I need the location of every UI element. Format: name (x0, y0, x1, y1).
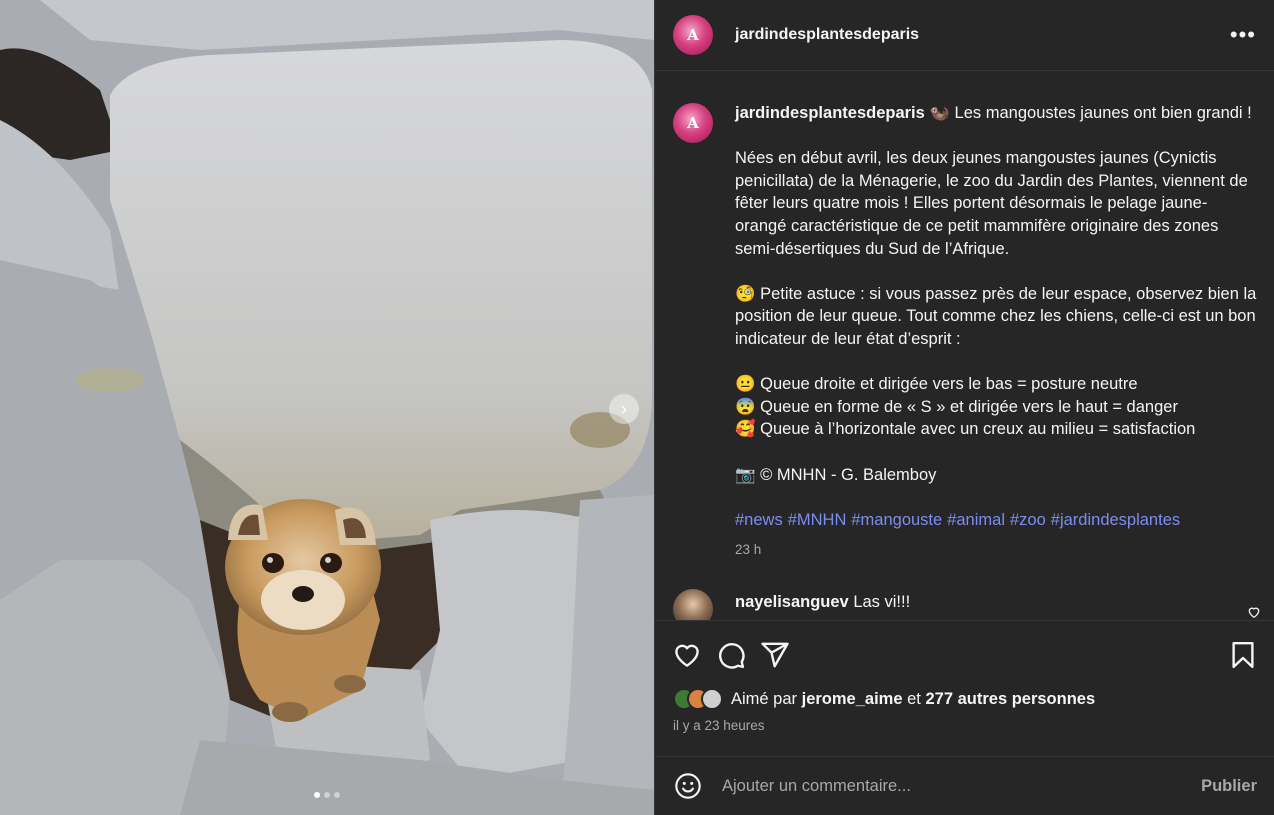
hashtag-link[interactable]: #zoo (1010, 511, 1046, 529)
carousel-indicator (0, 792, 654, 798)
post-caption: A jardindesplantesdeparis 🦦 Les mangoust… (655, 72, 1274, 562)
photo-credit: 📷 © MNHN - G. Balemboy (735, 465, 937, 484)
more-options-icon[interactable]: ••• (1230, 24, 1256, 46)
post-header: A jardindesplantesdeparis ••• (655, 0, 1274, 71)
tail-item: 😐 Queue droite et dirigée vers le bas = … (735, 375, 1138, 394)
caption-headline: 🦦 Les mangoustes jaunes ont bien grandi … (929, 104, 1252, 122)
carousel-dot (334, 792, 340, 798)
carousel-dot (314, 792, 320, 798)
next-photo-button[interactable]: › (609, 394, 639, 424)
commenter-username[interactable]: nayelisanguev (735, 593, 849, 611)
caption-body: jardindesplantesdeparis 🦦 Les mangoustes… (735, 102, 1257, 562)
publish-button[interactable]: Publier (1201, 777, 1257, 796)
likes-summary[interactable]: Aimé par jerome_aime et 277 autres perso… (673, 688, 1095, 710)
caption-avatar[interactable]: A (673, 103, 713, 143)
carousel-dot (324, 792, 330, 798)
hashtags: #news #MNHN #mangouste #animal #zoo #jardinde… (735, 509, 1257, 532)
hashtag-link[interactable]: #MNHN (788, 511, 847, 529)
likes-others[interactable]: 277 autres personnes (925, 690, 1095, 708)
commenter-avatar[interactable] (673, 588, 713, 620)
comment-body: Las vi!!! (853, 592, 911, 611)
hashtag-link[interactable]: #news (735, 511, 783, 529)
caption-paragraph: Nées en début avril, les deux jeunes man… (735, 149, 1248, 258)
account-avatar[interactable]: A (673, 15, 713, 55)
hashtag-link[interactable]: #animal (947, 511, 1005, 529)
likes-text: Aimé par jerome_aime et 277 autres perso… (731, 690, 1095, 709)
likes-prefix: Aimé par (731, 689, 798, 708)
hashtag-link[interactable]: #jardindesplantes (1051, 511, 1180, 529)
hashtag-link[interactable]: #mangouste (851, 511, 942, 529)
emoji-icon[interactable] (673, 771, 703, 801)
tail-item: 🥰 Queue à l’horizontale avec un creux au… (735, 420, 1196, 439)
likes-joiner: et (907, 689, 921, 708)
post-photo[interactable]: › (0, 0, 654, 815)
caption-username[interactable]: jardindesplantesdeparis (735, 104, 925, 122)
bookmark-icon[interactable] (1227, 639, 1259, 671)
caption-first-line: jardindesplantesdeparis 🦦 Les mangoustes… (735, 102, 1257, 125)
comment-icon[interactable] (715, 639, 747, 671)
comments-section[interactable]: A jardindesplantesdeparis 🦦 Les mangoust… (655, 72, 1274, 620)
tail-item: 😨 Queue en forme de « S » et dirigée ver… (735, 397, 1178, 416)
tail-list: 😐 Queue droite et dirigée vers le bas = … (735, 373, 1257, 441)
like-icon[interactable] (671, 639, 703, 671)
action-bar (655, 620, 1274, 688)
avatar-initials: A (687, 114, 699, 132)
comment-item: nayelisanguev Las vi!!! (655, 562, 1274, 620)
comment-like-icon[interactable] (1247, 605, 1261, 620)
instagram-post: › A jardindesplantesdeparis ••• A jardin… (0, 0, 1274, 815)
account-username[interactable]: jardindesplantesdeparis (735, 26, 919, 44)
liker-avatars (673, 688, 723, 710)
liker-avatar (701, 688, 723, 710)
caption-paragraph: 🧐 Petite astuce : si vous passez près de… (735, 284, 1257, 348)
liker-username[interactable]: jerome_aime (802, 690, 903, 708)
mongoose-photo (0, 0, 654, 815)
post-details-panel: A jardindesplantesdeparis ••• A jardinde… (654, 0, 1274, 815)
avatar-initials: A (687, 26, 699, 44)
post-timestamp[interactable]: il y a 23 heures (673, 718, 765, 733)
add-comment-bar: Publier (655, 756, 1274, 815)
comment-input[interactable] (722, 776, 1202, 796)
comment-text: nayelisanguev Las vi!!! (735, 593, 910, 612)
chevron-right-icon: › (621, 399, 627, 419)
caption-timestamp[interactable]: 23 h (735, 539, 1257, 562)
share-icon[interactable] (759, 639, 791, 671)
